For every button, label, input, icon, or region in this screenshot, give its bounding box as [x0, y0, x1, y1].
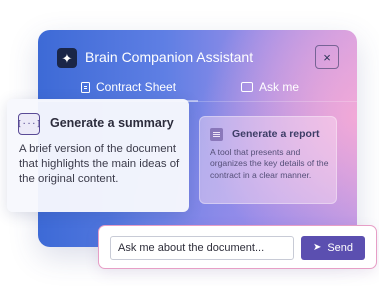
- close-icon: ×: [323, 49, 331, 65]
- summary-card-title: Generate a summary: [50, 116, 174, 130]
- sparkle-icon: ✦: [57, 48, 77, 68]
- generate-report-card[interactable]: Generate a report A tool that presents a…: [199, 116, 337, 204]
- document-icon: [81, 81, 90, 93]
- paper-plane-icon: ➤: [312, 242, 322, 253]
- summary-icon: [···]: [17, 113, 41, 135]
- summary-card-description: A brief version of the document that hig…: [19, 143, 180, 186]
- tab-contract-sheet[interactable]: Contract Sheet: [81, 80, 176, 94]
- tab-ask-me[interactable]: Ask me: [241, 80, 299, 94]
- composer-bar: ➤ Send: [98, 225, 377, 269]
- window-title: Brain Companion Assistant: [85, 49, 254, 65]
- report-card-title: Generate a report: [232, 128, 320, 140]
- close-button[interactable]: ×: [315, 45, 339, 69]
- tab-label: Contract Sheet: [96, 80, 177, 94]
- report-icon: [210, 128, 223, 141]
- ask-input[interactable]: [110, 236, 294, 260]
- send-button[interactable]: ➤ Send: [301, 236, 365, 260]
- tab-label: Ask me: [259, 80, 300, 94]
- generate-summary-card[interactable]: [···] Generate a summary A brief version…: [7, 99, 189, 212]
- report-card-description: A tool that presents and organizes the k…: [210, 147, 329, 180]
- stage: ✦ Brain Companion Assistant × Contract S…: [0, 0, 379, 299]
- send-label: Send: [327, 242, 354, 254]
- chat-icon: [241, 82, 253, 92]
